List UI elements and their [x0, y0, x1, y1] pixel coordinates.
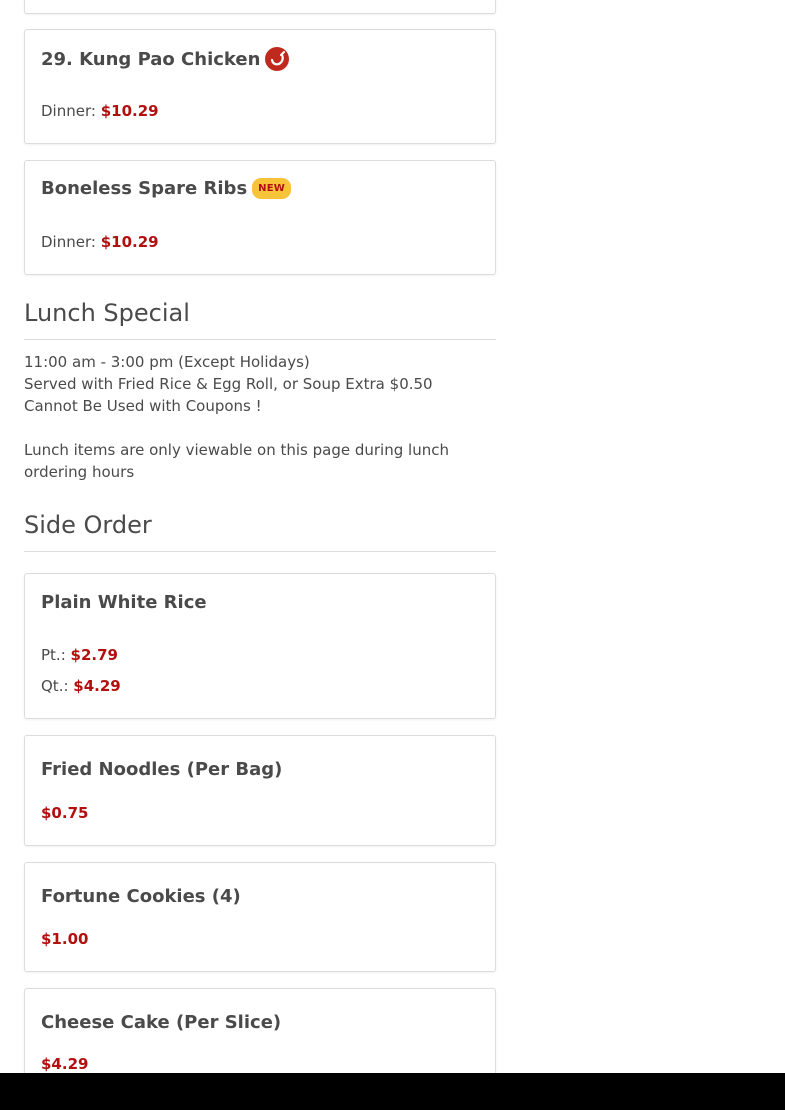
price-value: $10.29	[100, 102, 159, 120]
price-value: $0.75	[41, 804, 89, 822]
menu-item-title: Fortune Cookies (4)	[41, 886, 241, 907]
section-title-side-order: Side Order	[24, 511, 152, 539]
price-value: $2.79	[70, 646, 118, 664]
price-line: $0.75	[41, 804, 88, 822]
menu-item-title: Boneless Spare Ribs NEW	[41, 178, 291, 199]
menu-item-title: Cheese Cake (Per Slice)	[41, 1012, 282, 1033]
lunch-coupon-note: Cannot Be Used with Coupons !	[24, 397, 262, 415]
menu-item-card-plain-white-rice[interactable]: Plain White Rice Pt.: $2.79 Qt.: $4.29	[24, 573, 496, 719]
new-badge: NEW	[252, 178, 291, 199]
lunch-served-with-text: Served with Fried Rice & Egg Roll, or So…	[24, 375, 433, 393]
price-line-pint: Pt.: $2.79	[41, 646, 118, 664]
menu-item-title: 29. Kung Pao Chicken	[41, 47, 290, 71]
spicy-pepper-icon	[265, 47, 290, 71]
price-line-quart: Qt.: $4.29	[41, 677, 121, 695]
price-value: $10.29	[100, 233, 159, 251]
menu-item-title: Plain White Rice	[41, 592, 207, 613]
lunch-special-info: 11:00 am - 3:00 pm (Except Holidays) Ser…	[24, 351, 464, 417]
price-line: $1.00	[41, 930, 88, 948]
price-line: $4.29	[41, 1055, 88, 1073]
price-label: Dinner:	[41, 102, 96, 120]
section-divider	[24, 339, 496, 340]
price-value: $4.29	[41, 1055, 89, 1073]
section-title-lunch-special: Lunch Special	[24, 299, 190, 327]
menu-item-title-text: Boneless Spare Ribs	[41, 178, 248, 199]
menu-item-title: Fried Noodles (Per Bag)	[41, 759, 283, 780]
price-line-dinner: Dinner: $10.29	[41, 102, 159, 120]
menu-item-card-fried-noodles[interactable]: Fried Noodles (Per Bag) $0.75	[24, 735, 496, 846]
bottom-bar	[0, 1073, 785, 1110]
lunch-hours-text: 11:00 am - 3:00 pm (Except Holidays)	[24, 353, 310, 371]
price-label: Pt.:	[41, 646, 66, 664]
menu-item-card-fortune-cookies[interactable]: Fortune Cookies (4) $1.00	[24, 862, 496, 972]
price-value: $4.29	[73, 677, 121, 695]
section-divider	[24, 551, 496, 552]
price-line-dinner: Dinner: $10.29	[41, 233, 159, 251]
menu-item-card-partial[interactable]	[24, 0, 496, 14]
lunch-availability-notice: Lunch items are only viewable on this pa…	[24, 441, 449, 481]
price-label: Qt.:	[41, 677, 69, 695]
menu-item-title-text: 29. Kung Pao Chicken	[41, 48, 261, 70]
menu-item-card-kung-pao-chicken[interactable]: 29. Kung Pao Chicken Dinner: $10.29	[24, 29, 496, 144]
price-label: Dinner:	[41, 233, 96, 251]
menu-item-card-boneless-spare-ribs[interactable]: Boneless Spare Ribs NEW Dinner: $10.29	[24, 160, 496, 275]
price-value: $1.00	[41, 930, 89, 948]
